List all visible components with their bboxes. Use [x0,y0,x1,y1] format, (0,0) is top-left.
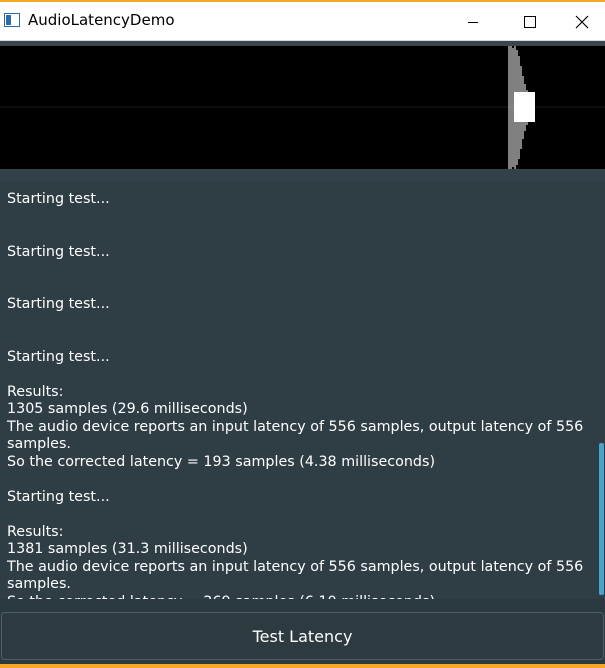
app-window: AudioLatencyDemo Starting test... Starti… [0,0,605,668]
title-bar[interactable]: AudioLatencyDemo [0,2,605,41]
window-title: AudioLatencyDemo [28,11,175,29]
window-bottom-accent [0,664,605,668]
close-icon [575,15,589,29]
results-log[interactable]: Starting test... Starting test... Starti… [0,169,605,599]
waveform-trace [0,46,605,169]
maximize-icon [524,16,536,28]
minimize-icon [468,22,478,23]
test-latency-button[interactable]: Test Latency [1,612,604,660]
close-button[interactable] [559,4,605,40]
minimize-button[interactable] [444,4,502,40]
app-icon [4,12,20,28]
log-scrollbar-thumb[interactable] [599,443,604,595]
waveform-display [0,46,605,169]
log-text: Starting test... Starting test... Starti… [7,191,584,599]
maximize-button[interactable] [501,4,559,40]
